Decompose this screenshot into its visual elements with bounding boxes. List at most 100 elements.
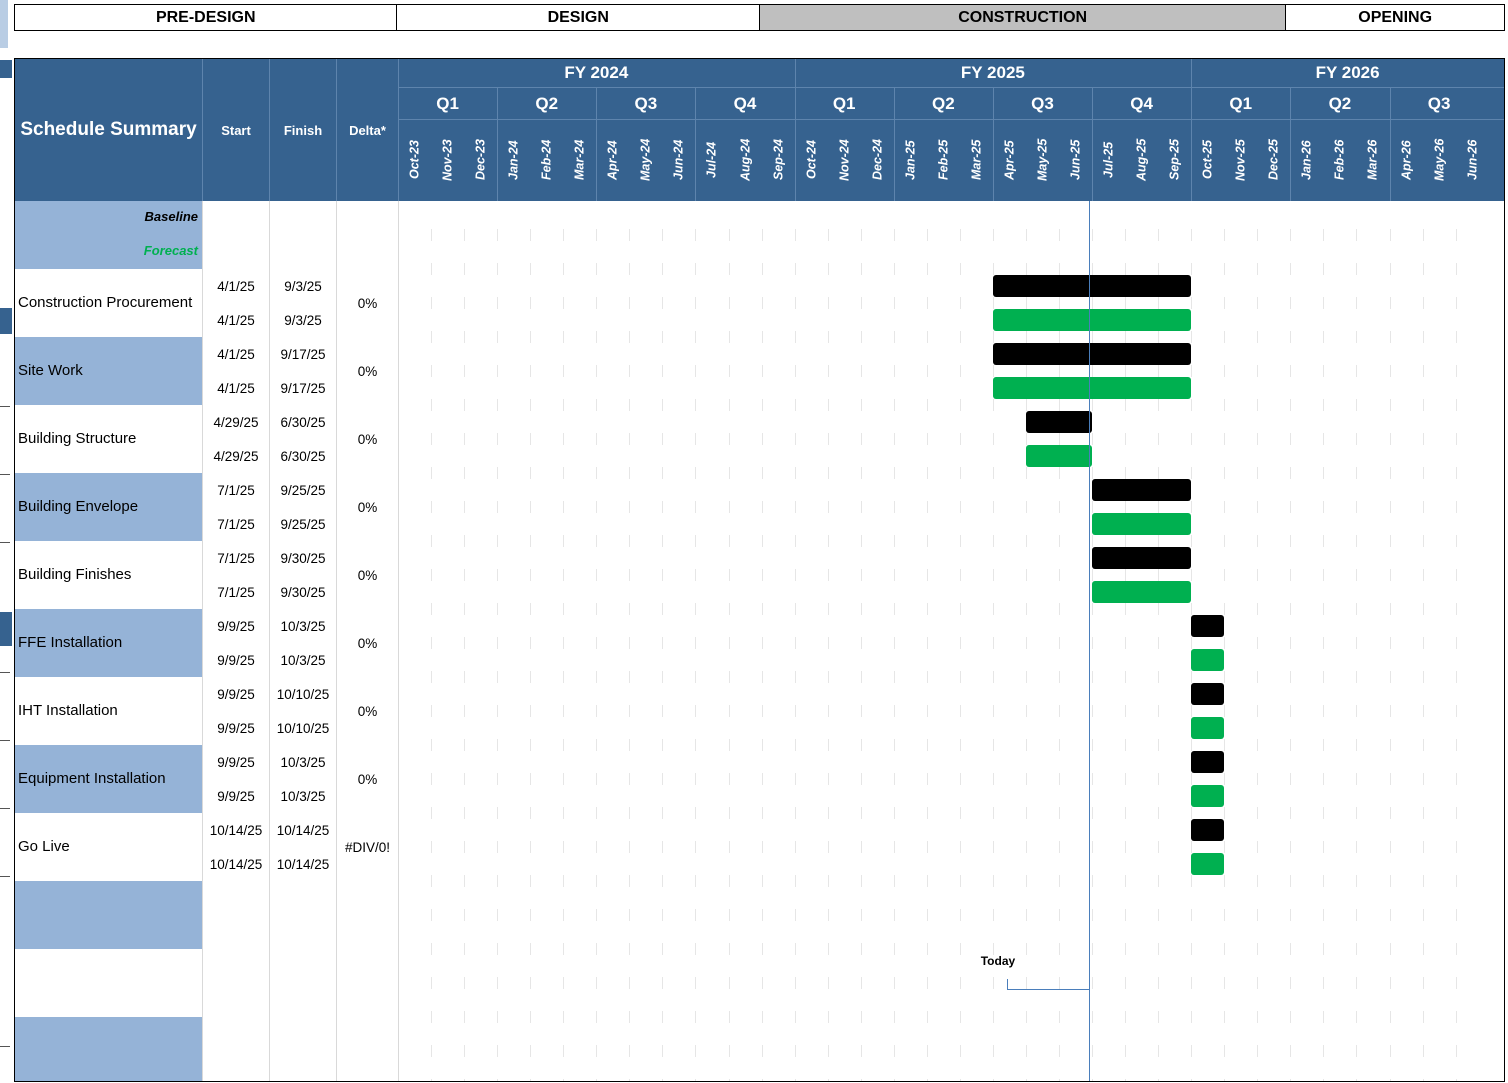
table-header: Schedule Summary Start Finish Delta* FY … xyxy=(15,59,1504,201)
grid-tick xyxy=(695,365,696,377)
grid-tick xyxy=(960,535,961,547)
grid-tick xyxy=(563,841,564,853)
grid-tick xyxy=(1224,943,1225,955)
grid-tick xyxy=(1356,535,1357,547)
grid-tick xyxy=(993,807,994,819)
grid-tick xyxy=(530,229,531,241)
grid-tick xyxy=(762,1079,763,1081)
baseline-finish: 10/3/25 xyxy=(280,754,326,770)
grid-tick xyxy=(861,297,862,309)
grid-tick xyxy=(629,433,630,445)
grid-tick xyxy=(662,1079,663,1081)
grid-tick xyxy=(1059,569,1060,581)
grid-tick xyxy=(530,841,531,853)
grid-tick xyxy=(729,773,730,785)
grid-tick xyxy=(464,297,465,309)
baseline-start: 7/1/25 xyxy=(217,482,255,498)
grid-tick xyxy=(795,1045,796,1057)
grid-tick xyxy=(762,841,763,853)
forecast-start: 9/9/25 xyxy=(217,652,255,668)
grid-tick xyxy=(762,229,763,241)
grid-tick xyxy=(1356,875,1357,887)
grid-tick xyxy=(1356,603,1357,615)
delta-value: 0% xyxy=(357,703,378,719)
grid-tick xyxy=(629,603,630,615)
grid-tick xyxy=(1125,263,1126,275)
grid-tick xyxy=(1191,909,1192,921)
grid-tick xyxy=(1125,943,1126,955)
grid-tick xyxy=(894,399,895,411)
grid-tick xyxy=(1092,1045,1093,1057)
grid-tick xyxy=(1125,807,1126,819)
grid-tick xyxy=(1356,773,1357,785)
month-label: Feb-26 xyxy=(1332,139,1347,181)
grid-tick xyxy=(1323,841,1324,853)
grid-tick xyxy=(1191,331,1192,343)
grid-tick xyxy=(1224,739,1225,751)
grid-tick xyxy=(894,977,895,989)
delta-value: 0% xyxy=(357,499,378,515)
grid-tick xyxy=(431,909,432,921)
forecast-bar xyxy=(1025,445,1093,467)
grid-tick xyxy=(596,807,597,819)
grid-tick xyxy=(1158,637,1159,649)
grid-tick xyxy=(1257,773,1258,785)
grid-tick xyxy=(762,569,763,581)
grid-tick xyxy=(497,263,498,275)
task-name: Construction Procurement xyxy=(18,294,193,311)
month-label: Nov-23 xyxy=(440,139,455,181)
grid-tick xyxy=(861,365,862,377)
grid-tick xyxy=(1456,399,1457,411)
grid-tick xyxy=(629,671,630,683)
grid-tick xyxy=(1059,297,1060,309)
grid-tick xyxy=(662,705,663,717)
grid-tick xyxy=(464,501,465,513)
grid-tick xyxy=(1092,739,1093,751)
grid-tick xyxy=(1092,705,1093,717)
grid-tick xyxy=(894,467,895,479)
grid-tick xyxy=(1356,943,1357,955)
grid-tick xyxy=(1125,1045,1126,1057)
grid-tick xyxy=(993,909,994,921)
grid-tick xyxy=(563,773,564,785)
grid-tick xyxy=(1125,603,1126,615)
grid-tick xyxy=(1323,637,1324,649)
grid-tick xyxy=(927,263,928,275)
schedule-table: Schedule Summary Start Finish Delta* FY … xyxy=(14,58,1505,1082)
forecast-finish: 10/10/25 xyxy=(276,720,330,736)
grid-tick xyxy=(1390,807,1391,819)
grid-tick xyxy=(497,1045,498,1057)
grid-tick xyxy=(1191,569,1192,581)
forecast-bar xyxy=(1191,853,1225,875)
grid-tick xyxy=(927,807,928,819)
grid-tick xyxy=(1125,977,1126,989)
grid-tick xyxy=(1290,841,1291,853)
grid-tick xyxy=(596,569,597,581)
grid-tick xyxy=(596,331,597,343)
grid-tick xyxy=(464,1079,465,1081)
phase-bar: PRE-DESIGN DESIGN CONSTRUCTION OPENING xyxy=(14,4,1505,31)
grid-tick xyxy=(927,365,928,377)
grid-tick xyxy=(960,1045,961,1057)
grid-tick xyxy=(828,603,829,615)
grid-tick xyxy=(828,535,829,547)
schedule-summary-title: Schedule Summary xyxy=(20,119,197,140)
baseline-start: 9/9/25 xyxy=(217,686,255,702)
grid-tick xyxy=(1290,1011,1291,1023)
left-edge-mark xyxy=(0,1046,10,1047)
grid-tick xyxy=(1257,467,1258,479)
grid-tick xyxy=(729,229,730,241)
grid-tick xyxy=(1290,671,1291,683)
baseline-start: 7/1/25 xyxy=(217,550,255,566)
grid-tick xyxy=(795,841,796,853)
left-edge-block xyxy=(0,60,12,78)
grid-tick xyxy=(1224,603,1225,615)
grid-tick xyxy=(1456,229,1457,241)
grid-tick xyxy=(695,943,696,955)
grid-tick xyxy=(563,1011,564,1023)
grid-tick xyxy=(695,263,696,275)
grid-tick xyxy=(431,433,432,445)
quarter-label: Q2 xyxy=(931,93,955,113)
grid-tick xyxy=(695,1045,696,1057)
baseline-start: 9/9/25 xyxy=(217,754,255,770)
